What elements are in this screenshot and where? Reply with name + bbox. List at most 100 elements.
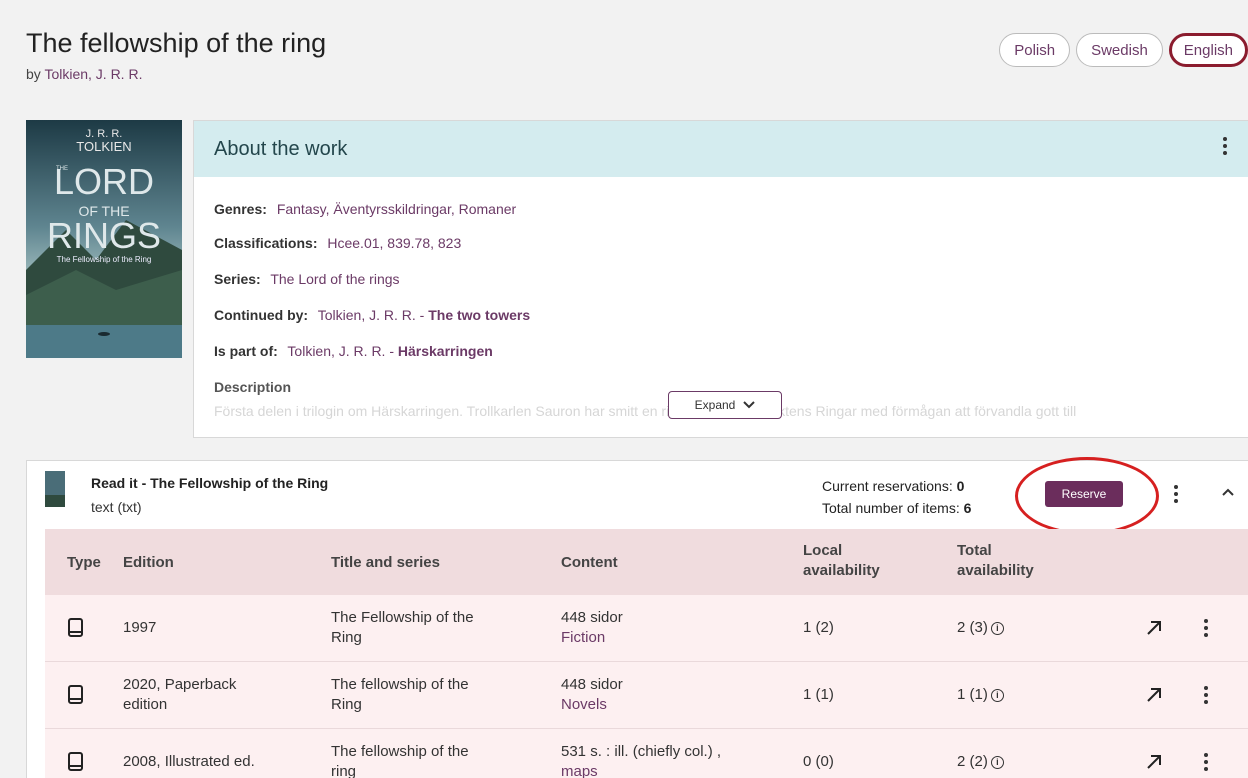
row-total-value: 2 (3) — [957, 619, 988, 636]
continued-row: Continued by: Tolkien, J. R. R. - The tw… — [214, 307, 530, 323]
classifications-value[interactable]: Hcee.01, 839.78, 823 — [327, 235, 461, 251]
row-title-1: The fellowship of the — [331, 676, 469, 693]
items-count: 6 — [963, 500, 972, 516]
row-total: 2 (2) i — [957, 752, 1004, 772]
manifestation-title[interactable]: Read it - The Fellowship of the Ring — [91, 475, 328, 491]
row-total: 2 (3) i — [957, 618, 1004, 638]
row-edition-1: 2020, Paperback — [123, 676, 237, 693]
row-content: 448 sidor Fiction — [561, 608, 623, 648]
book-icon — [68, 685, 83, 704]
row-content-1: 531 s. : ill. (chiefly col.) , — [561, 743, 722, 760]
row-title-1: The Fellowship of the — [331, 609, 474, 626]
genres-value[interactable]: Fantasy, Äventyrsskildringar, Romaner — [277, 201, 516, 217]
book-icon — [68, 618, 83, 637]
col-total: Total availability — [957, 541, 1034, 581]
row-genre-link[interactable]: Fiction — [561, 628, 623, 648]
reservations-label: Current reservations: — [822, 478, 957, 494]
expand-label: Expand — [694, 398, 736, 412]
row-more-icon[interactable] — [1203, 686, 1209, 704]
book-cover: J. R. R. TOLKIEN LORD THE OF THE RINGS T… — [26, 120, 182, 358]
row-total: 1 (1) i — [957, 685, 1004, 705]
open-arrow-icon[interactable] — [1145, 753, 1163, 771]
row-content-1: 448 sidor — [561, 609, 623, 626]
about-panel: About the work Genres: Fantasy, Äventyrs… — [193, 120, 1248, 438]
row-local: 1 (1) — [803, 686, 834, 703]
partof-title: Härskarringen — [397, 343, 493, 359]
items-label: Total number of items: — [822, 500, 964, 516]
row-title: The fellowship of the Ring — [331, 675, 469, 715]
reservation-info: Current reservations: 0 Total number of … — [822, 475, 971, 519]
byline: by Tolkien, J. R. R. — [26, 66, 142, 82]
page-title: The fellowship of the ring — [26, 28, 327, 58]
chevron-up-icon[interactable] — [1221, 487, 1235, 497]
row-edition: 2008, Illustrated ed. — [123, 753, 255, 770]
cover-image: J. R. R. TOLKIEN LORD THE OF THE RINGS T… — [26, 120, 182, 358]
partof-value[interactable]: Tolkien, J. R. R. - Härskarringen — [287, 343, 492, 359]
row-title-2: Ring — [331, 629, 362, 646]
lang-polish-button[interactable]: Polish — [999, 33, 1071, 67]
open-arrow-icon[interactable] — [1145, 619, 1163, 637]
about-more-icon[interactable] — [1222, 137, 1228, 155]
author-link[interactable]: Tolkien, J. R. R. — [44, 66, 142, 82]
col-title: Title and series — [331, 554, 440, 571]
row-edition-2: edition — [123, 696, 168, 713]
cover-rings: RINGS — [47, 215, 161, 256]
row-edition: 2020, Paperback edition — [123, 675, 236, 715]
row-content-1: 448 sidor — [561, 676, 623, 693]
genres-row: Genres: Fantasy, Äventyrsskildringar, Ro… — [214, 201, 516, 217]
open-arrow-icon[interactable] — [1145, 686, 1163, 704]
row-title-2: ring — [331, 763, 357, 778]
manifestation-panel: Read it - The Fellowship of the Ring tex… — [26, 457, 1248, 778]
series-value[interactable]: The Lord of the rings — [270, 271, 399, 287]
row-title-2: Ring — [331, 696, 362, 713]
lang-english-button[interactable]: English — [1168, 33, 1248, 67]
continued-author: Tolkien, J. R. R. - — [317, 307, 429, 323]
book-icon — [68, 752, 83, 771]
col-content: Content — [561, 554, 618, 571]
manifestation-thumbnail — [45, 471, 65, 507]
by-prefix: by — [26, 66, 41, 82]
partof-row: Is part of: Tolkien, J. R. R. - Härskarr… — [214, 343, 493, 359]
continued-label: Continued by: — [214, 307, 309, 323]
genres-label: Genres: — [214, 201, 267, 217]
about-heading: About the work — [214, 137, 348, 160]
cover-lord: LORD — [54, 161, 154, 202]
table-row[interactable]: 1997 The Fellowship of the Ring 448 sido… — [45, 595, 1248, 662]
partof-author: Tolkien, J. R. R. - — [287, 343, 398, 359]
row-more-icon[interactable] — [1203, 619, 1209, 637]
col-type: Type — [67, 554, 101, 571]
chevron-down-icon — [743, 401, 756, 409]
language-switcher: Polish Swedish English — [999, 33, 1248, 67]
row-title: The Fellowship of the Ring — [331, 608, 474, 648]
continued-value[interactable]: Tolkien, J. R. R. - The two towers — [318, 307, 530, 323]
series-label: Series: — [214, 271, 261, 287]
reserve-button[interactable]: Reserve — [1045, 481, 1123, 507]
table-header: Type Edition Title and series Content Lo… — [45, 529, 1248, 595]
row-total-value: 1 (1) — [957, 686, 988, 703]
info-icon[interactable]: i — [990, 688, 1004, 702]
expand-button[interactable]: Expand — [668, 391, 782, 419]
series-row: Series: The Lord of the rings — [214, 271, 400, 287]
description-label: Description — [214, 379, 292, 395]
lang-swedish-button[interactable]: Swedish — [1076, 33, 1163, 67]
classifications-label: Classifications: — [214, 235, 318, 251]
classifications-row: Classifications: Hcee.01, 839.78, 823 — [214, 235, 461, 251]
table-row[interactable]: 2020, Paperback edition The fellowship o… — [45, 662, 1248, 729]
manifestation-more-icon[interactable] — [1173, 485, 1179, 503]
row-more-icon[interactable] — [1203, 753, 1209, 771]
col-local: Local availability — [803, 541, 880, 581]
row-genre-link[interactable]: Novels — [561, 695, 623, 715]
cover-the: THE — [56, 166, 68, 172]
info-icon[interactable]: i — [990, 755, 1004, 769]
cover-subtitle: The Fellowship of the Ring — [57, 255, 152, 264]
manifestation-format: text (txt) — [91, 499, 142, 515]
partof-label: Is part of: — [214, 343, 278, 359]
row-content: 531 s. : ill. (chiefly col.) , maps — [561, 742, 721, 778]
row-genre-link[interactable]: maps — [561, 762, 721, 778]
col-local-2: availability — [803, 562, 880, 579]
info-icon[interactable]: i — [990, 621, 1004, 635]
reservations-count: 0 — [956, 478, 965, 494]
row-title: The fellowship of the ring — [331, 742, 469, 778]
table-row[interactable]: 2008, Illustrated ed. The fellowship of … — [45, 729, 1248, 778]
row-edition: 1997 — [123, 619, 157, 636]
